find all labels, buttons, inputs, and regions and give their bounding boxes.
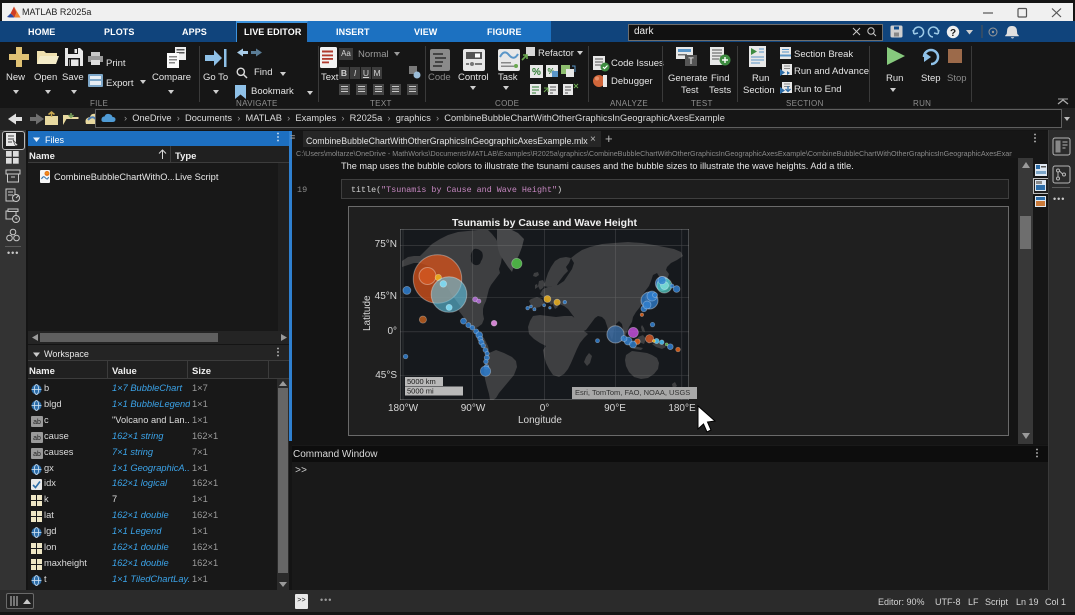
- svg-text:ab: ab: [33, 435, 41, 442]
- svg-text:5000 mi: 5000 mi: [407, 387, 434, 396]
- svg-text:>>: >>: [297, 597, 305, 605]
- svg-text:ab: ab: [33, 451, 41, 458]
- svg-text:?: ?: [950, 28, 956, 39]
- svg-text:5000 km: 5000 km: [407, 377, 436, 386]
- svg-text:%: %: [532, 67, 541, 78]
- svg-text:ab: ab: [33, 419, 41, 426]
- svg-text:T: T: [688, 56, 694, 66]
